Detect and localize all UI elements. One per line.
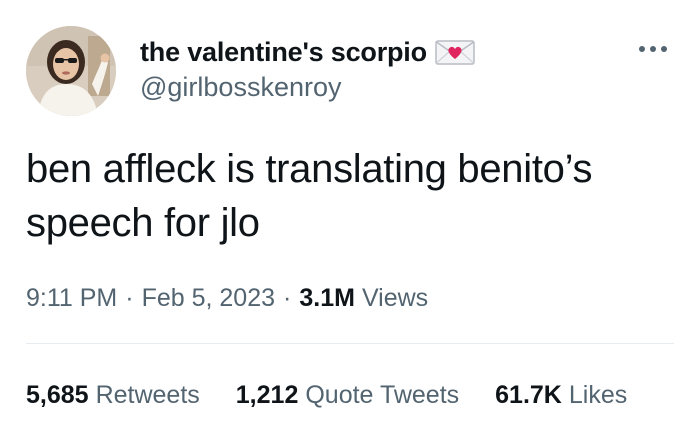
love-letter-envelope-icon	[435, 38, 475, 66]
more-dots-icon	[639, 46, 667, 52]
views-label: Views	[361, 283, 429, 312]
tweet-card: the valentine's scorpio @girlbosskenroy …	[0, 0, 700, 438]
quote-tweets-stat[interactable]: 1,212 Quote Tweets	[236, 381, 459, 410]
avatar[interactable]	[26, 26, 116, 116]
tweet-text: ben affleck is translating benito’s spee…	[26, 147, 593, 245]
likes-count: 61.7K	[495, 380, 562, 409]
display-name[interactable]: the valentine's scorpio	[140, 37, 427, 68]
author-handle[interactable]: @girlbosskenroy	[140, 72, 342, 103]
quote-tweets-label: Quote Tweets	[305, 380, 460, 409]
tweet-date[interactable]: Feb 5, 2023	[142, 284, 275, 313]
more-options-button[interactable]	[636, 38, 670, 60]
views-count: 3.1M	[299, 283, 355, 312]
meta-separator: ·	[283, 283, 292, 312]
divider	[26, 343, 674, 344]
meta-separator: ·	[125, 283, 134, 312]
profile-photo-icon	[26, 26, 116, 116]
likes-stat[interactable]: 61.7K Likes	[495, 381, 627, 410]
engagement-stats: 5,685 Retweets 1,212 Quote Tweets 61.7K …	[26, 378, 627, 412]
retweets-stat[interactable]: 5,685 Retweets	[26, 381, 200, 410]
tweet-time[interactable]: 9:11 PM	[26, 284, 117, 313]
likes-label: Likes	[568, 380, 628, 409]
retweets-label: Retweets	[95, 380, 200, 409]
tweet-metadata: 9:11 PM · Feb 5, 2023 · 3.1M Views	[26, 282, 428, 314]
author-name-row: the valentine's scorpio	[140, 34, 475, 70]
quote-tweets-count: 1,212	[235, 380, 299, 409]
retweets-count: 5,685	[26, 380, 89, 409]
